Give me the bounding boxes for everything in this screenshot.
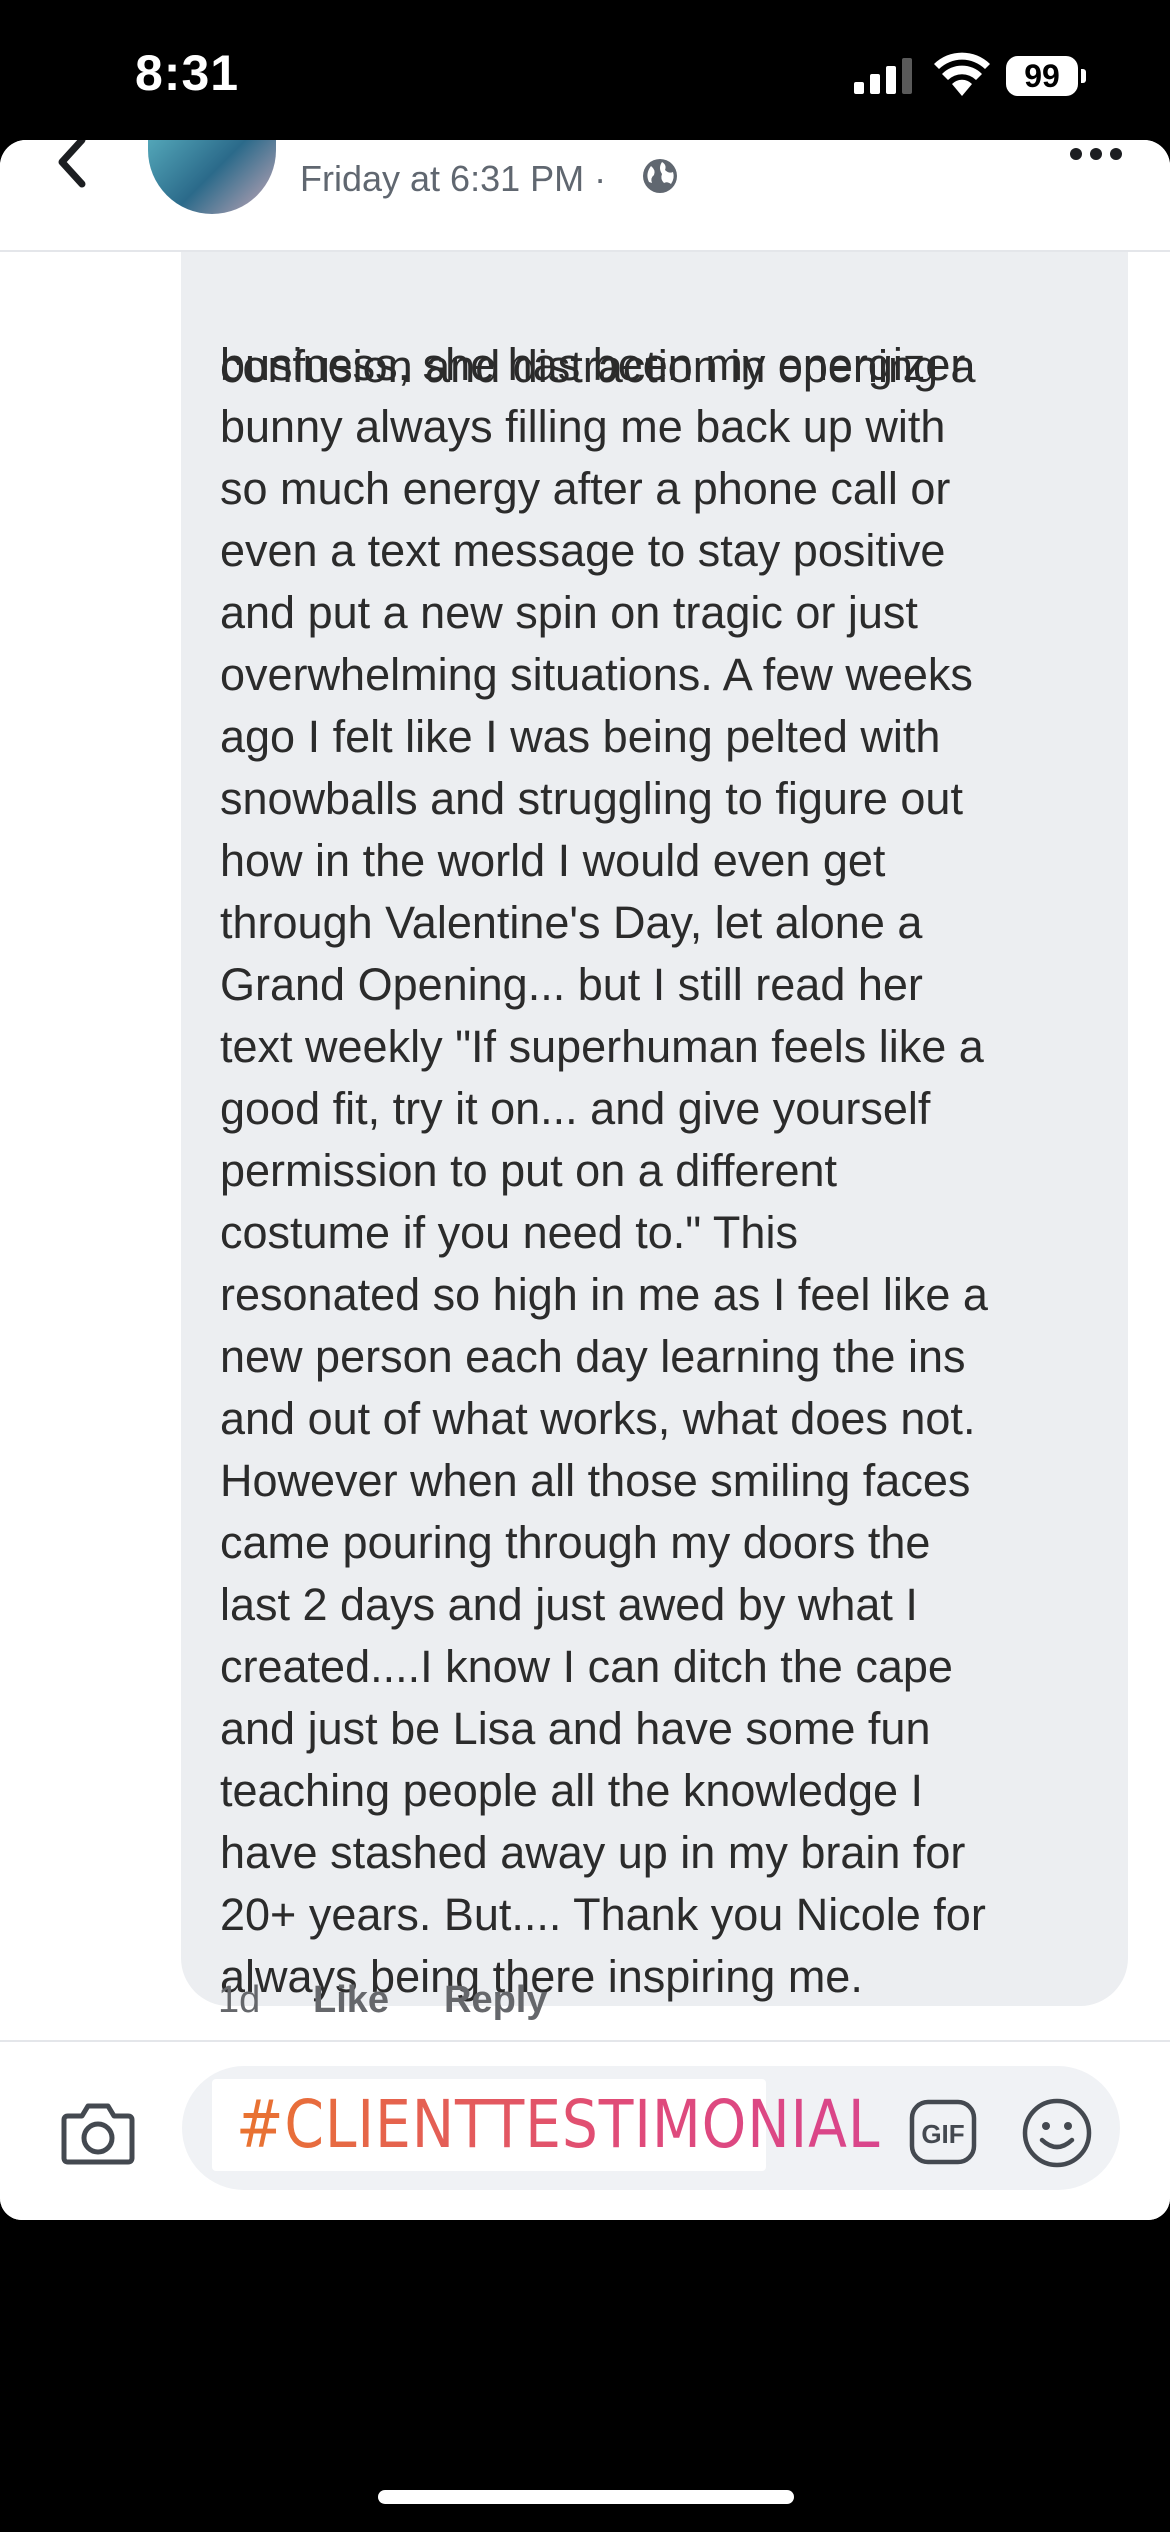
bottom-strip (0, 2200, 1170, 2220)
smiley-icon[interactable] (1020, 2096, 1094, 2170)
post-header: Friday at 6:31 PM · (0, 140, 1170, 252)
chevron-left-icon[interactable] (50, 140, 90, 202)
comment-actions: 1d Like Reply (0, 1970, 1170, 2040)
battery-cap (1081, 69, 1086, 83)
battery-level: 99 (1006, 56, 1078, 96)
comment-composer: #CLIENTTESTIMONIAL GIF (0, 2040, 1170, 2220)
like-button[interactable]: Like (313, 1970, 389, 2030)
home-indicator[interactable] (378, 2490, 794, 2504)
status-bar: 8:31 99 (0, 0, 1170, 140)
post-timestamp[interactable]: Friday at 6:31 PM · (300, 158, 606, 200)
comment-time: 1d (218, 1979, 261, 2021)
comment-text: business, she has been my energizer bunn… (220, 339, 988, 2002)
comment-sheet: confusion and distraction in opening a b… (0, 140, 1170, 2220)
status-time: 8:31 (135, 45, 240, 101)
cellular-signal-icon (854, 58, 912, 94)
reply-button[interactable]: Reply (444, 1970, 547, 2030)
gif-icon[interactable]: GIF (908, 2098, 978, 2166)
comment-thread[interactable]: confusion and distraction in opening a b… (0, 140, 1170, 2040)
camera-icon[interactable] (60, 2100, 136, 2166)
avatar[interactable] (148, 140, 276, 214)
hashtag-sticker-text: #CLIENTTESTIMONIAL (236, 2082, 880, 2168)
wifi-icon (934, 52, 990, 96)
svg-text:GIF: GIF (921, 2119, 964, 2149)
battery-indicator: 99 (1006, 56, 1086, 98)
globe-icon (643, 159, 677, 193)
more-dots-icon[interactable] (1068, 140, 1124, 170)
